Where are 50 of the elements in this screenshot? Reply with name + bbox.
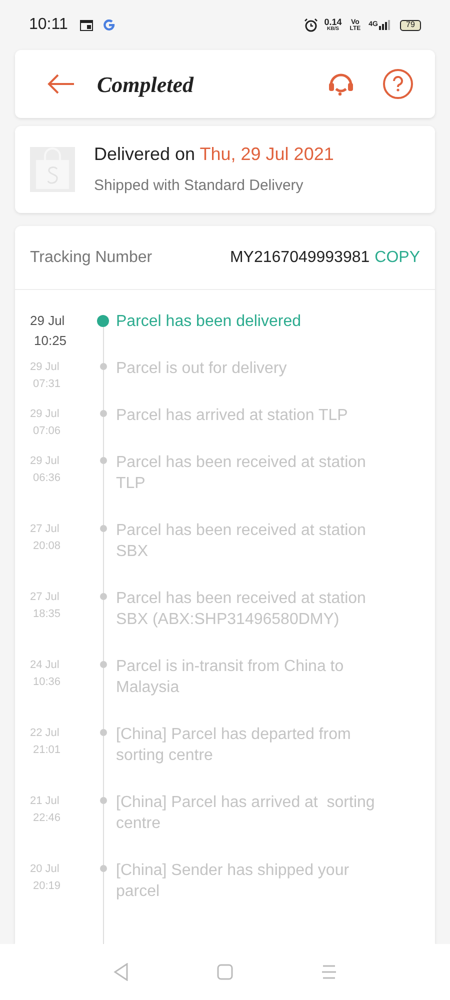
event-description: Parcel has been received at station SBX (ABX:SHP31496580DMY) bbox=[116, 589, 367, 630]
status-time: 10:11 bbox=[29, 15, 68, 35]
event-time: 07:31 bbox=[32, 377, 61, 392]
event-date: 29 Jul bbox=[30, 407, 60, 422]
event-description: [China] Parcel has departed from sorting centre bbox=[116, 725, 352, 766]
tracking-label: Tracking Number bbox=[30, 248, 152, 268]
event-description: [China] Sender has shipped your parcel bbox=[116, 861, 350, 902]
shopping-bag-icon bbox=[30, 147, 75, 192]
delivery-method-text: Shipped with Standard Delivery bbox=[94, 176, 304, 196]
event-date: 20 Jul bbox=[30, 862, 60, 877]
event-date: 27 Jul bbox=[30, 590, 60, 605]
event-description: Parcel has been received at station TLP bbox=[116, 453, 367, 494]
data-speed: 0.14 bbox=[324, 18, 342, 27]
event-date: 29 Jul bbox=[30, 454, 60, 469]
back-nav-icon[interactable] bbox=[113, 963, 129, 981]
event-date: 22 Jul bbox=[30, 726, 60, 741]
event-description: Parcel is out for delivery bbox=[116, 359, 288, 379]
signal-icon bbox=[379, 20, 391, 30]
event-time: 10:36 bbox=[32, 675, 61, 690]
event-time: 06:36 bbox=[32, 471, 61, 486]
event-date: 29 Jul bbox=[30, 360, 60, 375]
tracking-number: MY2167049993981 bbox=[230, 248, 370, 268]
event-time: 07:06 bbox=[32, 424, 61, 439]
page-title: Completed bbox=[97, 70, 194, 99]
event-description: Parcel has been delivered bbox=[116, 312, 302, 332]
back-arrow-icon bbox=[46, 73, 76, 95]
event-description: Parcel has arrived at station TLP bbox=[116, 406, 349, 426]
copy-button[interactable]: COPY bbox=[374, 246, 420, 270]
event-description: Parcel is in-transit from China to Malaysia bbox=[116, 657, 345, 698]
delivery-date-text: Delivered on Thu, 29 Jul 2021 bbox=[94, 143, 334, 166]
event-time: 21:01 bbox=[32, 743, 61, 758]
help-button[interactable] bbox=[383, 69, 413, 99]
home-nav-icon[interactable] bbox=[217, 964, 233, 980]
help-icon bbox=[392, 76, 404, 92]
menu-nav-icon[interactable] bbox=[321, 965, 337, 979]
event-time: 20:19 bbox=[32, 879, 61, 894]
event-description: [China] Parcel has arrived at sorting centre bbox=[116, 793, 376, 834]
calendar-icon bbox=[80, 20, 93, 30]
event-description: Parcel has been received at station SBX bbox=[116, 521, 367, 562]
event-date: 29 Jul bbox=[30, 312, 65, 330]
event-date: 27 Jul bbox=[30, 522, 60, 537]
event-date: 21 Jul bbox=[30, 794, 60, 809]
alarm-icon bbox=[304, 18, 318, 32]
google-icon bbox=[102, 18, 116, 32]
event-time: 20:08 bbox=[32, 539, 61, 554]
battery-indicator: 79 bbox=[400, 20, 421, 30]
event-time: 22:46 bbox=[32, 811, 61, 826]
event-time: 18:35 bbox=[32, 607, 61, 622]
event-time: 10:25 bbox=[33, 332, 67, 350]
event-date: 24 Jul bbox=[30, 658, 60, 673]
